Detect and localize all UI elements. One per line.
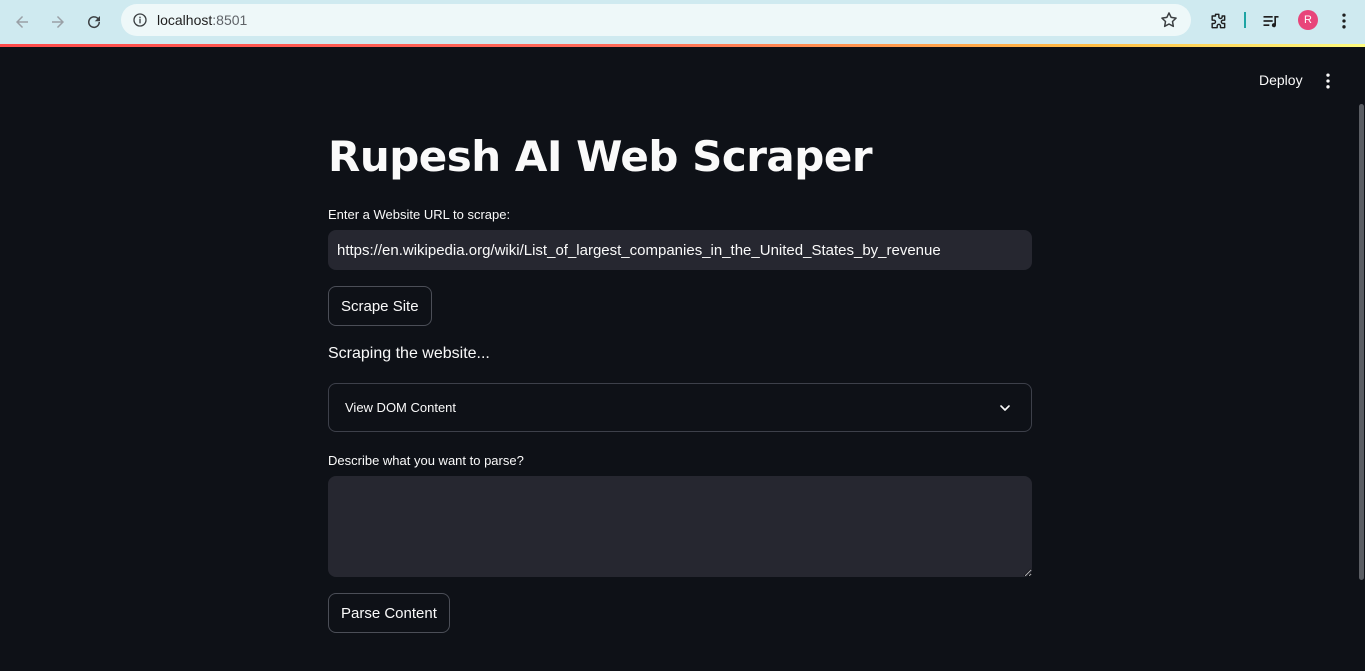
url-port: :8501	[212, 12, 248, 28]
main-menu-icon[interactable]	[1317, 70, 1339, 92]
parse-content-button[interactable]: Parse Content	[328, 593, 450, 633]
dom-content-expander[interactable]: View DOM Content	[328, 383, 1032, 432]
scrape-site-button[interactable]: Scrape Site	[328, 286, 432, 326]
bookmark-star-icon[interactable]	[1159, 10, 1179, 30]
url-text: localhost:8501	[157, 12, 247, 28]
app-decoration-bar	[0, 44, 1365, 47]
page-title: Rupesh AI Web Scraper	[328, 132, 873, 181]
extensions-icon[interactable]	[1207, 10, 1229, 32]
more-vert-icon[interactable]	[1333, 10, 1355, 32]
forward-arrow-icon[interactable]	[46, 10, 70, 34]
address-bar[interactable]: localhost:8501	[121, 4, 1191, 36]
url-field-label: Enter a Website URL to scrape:	[328, 207, 511, 222]
deploy-button[interactable]: Deploy	[1251, 70, 1311, 90]
expander-label: View DOM Content	[345, 400, 457, 415]
status-text: Scraping the website...	[328, 345, 490, 362]
media-controls-icon[interactable]	[1260, 10, 1282, 32]
profile-avatar[interactable]: R	[1298, 10, 1318, 30]
toolbar-divider	[1244, 12, 1246, 28]
url-input[interactable]	[328, 230, 1032, 270]
parse-field-label: Describe what you want to parse?	[328, 453, 524, 468]
chevron-down-icon	[997, 400, 1013, 416]
avatar-letter: R	[1304, 14, 1312, 26]
url-host: localhost	[157, 12, 213, 28]
browser-toolbar: localhost:8501 R	[0, 0, 1365, 44]
site-info-icon[interactable]	[129, 9, 151, 31]
page-scrollbar[interactable]	[1359, 104, 1364, 580]
back-arrow-icon[interactable]	[10, 10, 34, 34]
reload-icon[interactable]	[82, 10, 106, 34]
parse-description-textarea[interactable]	[328, 476, 1032, 577]
